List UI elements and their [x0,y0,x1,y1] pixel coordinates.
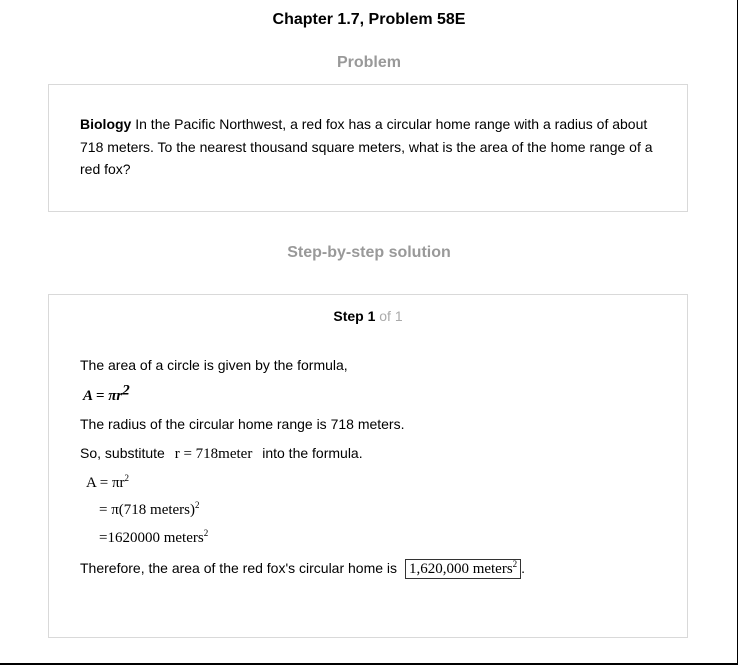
answer-period: . [521,560,526,576]
substitute-after: into the formula. [262,445,363,461]
work-line-2-exponent: 2 [195,500,200,510]
work-line-3-exponent: 2 [203,528,209,538]
answer-value: 1,620,000 meters [408,561,513,577]
problem-body: In the Pacific Northwest, a red fox has … [80,116,653,177]
work-line-2-text: = π(718 meters) [99,502,196,518]
problem-card: Biology In the Pacific Northwest, a red … [48,84,688,212]
substitute-before: So, substitute [80,445,165,461]
step-count: of 1 [379,308,403,324]
substitute-math: r = 718meter [174,446,253,462]
solution-card: Step 1 of 1 The area of a circle is give… [48,294,688,638]
problem-term: Biology [80,116,132,132]
area-formula-text: A = πr [83,388,123,404]
problem-heading: Problem [336,54,401,71]
work-line-3-text: =1620000 meters [99,530,204,546]
solution-heading: Step-by-step solution [287,244,451,261]
area-formula-exponent: 2 [122,382,130,399]
page-title: Chapter 1.7, Problem 58E [272,11,466,28]
answer-exponent: 2 [512,559,518,569]
formula-intro: The area of a circle is given by the for… [80,357,348,373]
area-formula: A = πr2 [83,383,130,405]
work-line-1-exponent: 2 [124,473,130,483]
problem-statement: Biology In the Pacific Northwest, a red … [80,113,660,181]
work-line-1: A = πr2 [86,473,130,492]
work-line-3: =1620000 meters2 [99,528,209,547]
conclusion-line: Therefore, the area of the red fox's cir… [80,559,525,579]
step-label: Step 1 [333,308,376,324]
step-header: Step 1 of 1 [49,308,687,324]
radius-statement: The radius of the circular home range is… [80,416,405,432]
answer-box: 1,620,000 meters2 [404,559,522,579]
work-line-1-text: A = πr [86,475,125,491]
conclusion-text: Therefore, the area of the red fox's cir… [80,560,398,576]
work-line-2: = π(718 meters)2 [99,500,200,519]
substitute-line: So, substitute r = 718meter into the for… [80,445,363,463]
